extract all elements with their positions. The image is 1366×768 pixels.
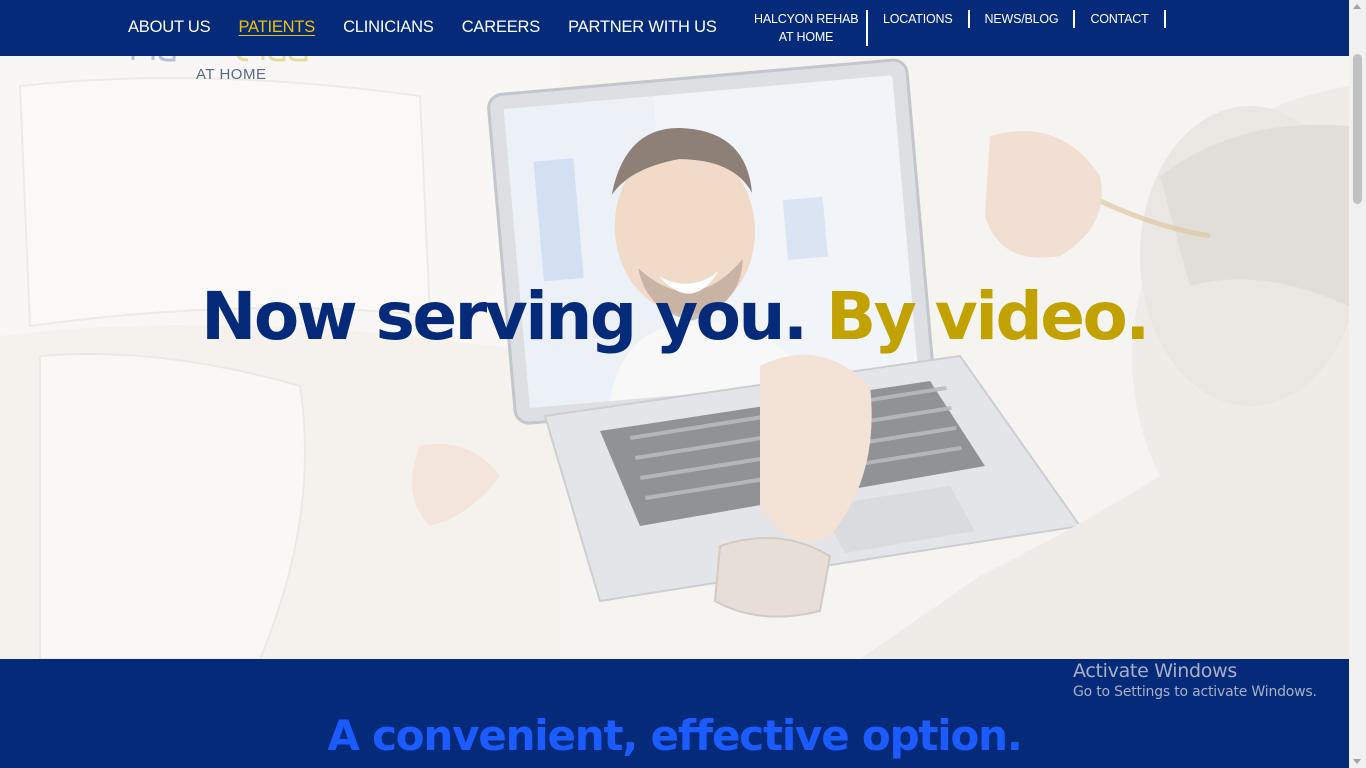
hero-headline-part1: Now serving you.: [201, 278, 826, 355]
section-headline: A convenient, effective option.: [327, 711, 1022, 760]
hero-overlay: [0, 56, 1349, 659]
util-brand-line2: AT HOME: [778, 30, 834, 44]
hero-headline: Now serving you. By video.: [0, 278, 1349, 355]
util-locations[interactable]: LOCATIONS: [868, 10, 970, 28]
windows-activation-watermark: Activate Windows Go to Settings to activ…: [1073, 660, 1317, 700]
top-navigation-bar: ABOUT US PATIENTS CLINICIANS CAREERS PAR…: [0, 0, 1349, 56]
scroll-up-arrow-icon[interactable]: [1353, 4, 1361, 9]
nav-careers[interactable]: CAREERS: [462, 18, 541, 37]
main-nav: ABOUT US PATIENTS CLINICIANS CAREERS PAR…: [128, 18, 745, 37]
logo-subtitle: AT HOME: [196, 66, 267, 83]
util-contact[interactable]: CONTACT: [1075, 10, 1166, 28]
scroll-down-arrow-icon[interactable]: [1353, 759, 1361, 764]
nav-patients[interactable]: PATIENTS: [238, 18, 315, 37]
utility-nav: HALCYON REHAB AT HOME LOCATIONS NEWS/BLO…: [746, 10, 1166, 46]
scroll-thumb[interactable]: [1353, 54, 1362, 204]
nav-partner-with-us[interactable]: PARTNER WITH US: [568, 18, 717, 37]
util-halcyon-rehab-at-home[interactable]: HALCYON REHAB AT HOME: [746, 10, 868, 46]
nav-about-us[interactable]: ABOUT US: [128, 18, 211, 37]
nav-clinicians[interactable]: CLINICIANS: [343, 18, 434, 37]
util-news-blog[interactable]: NEWS/BLOG: [970, 10, 1076, 28]
watermark-title: Activate Windows: [1073, 660, 1237, 682]
hero-section: AT HOME Now serving you. By video.: [0, 56, 1349, 659]
watermark-subtitle: Go to Settings to activate Windows.: [1073, 684, 1317, 700]
util-brand-line1: HALCYON REHAB: [754, 12, 859, 26]
page-scrollbar[interactable]: [1349, 0, 1366, 768]
hero-headline-part2: By video.: [826, 278, 1150, 355]
